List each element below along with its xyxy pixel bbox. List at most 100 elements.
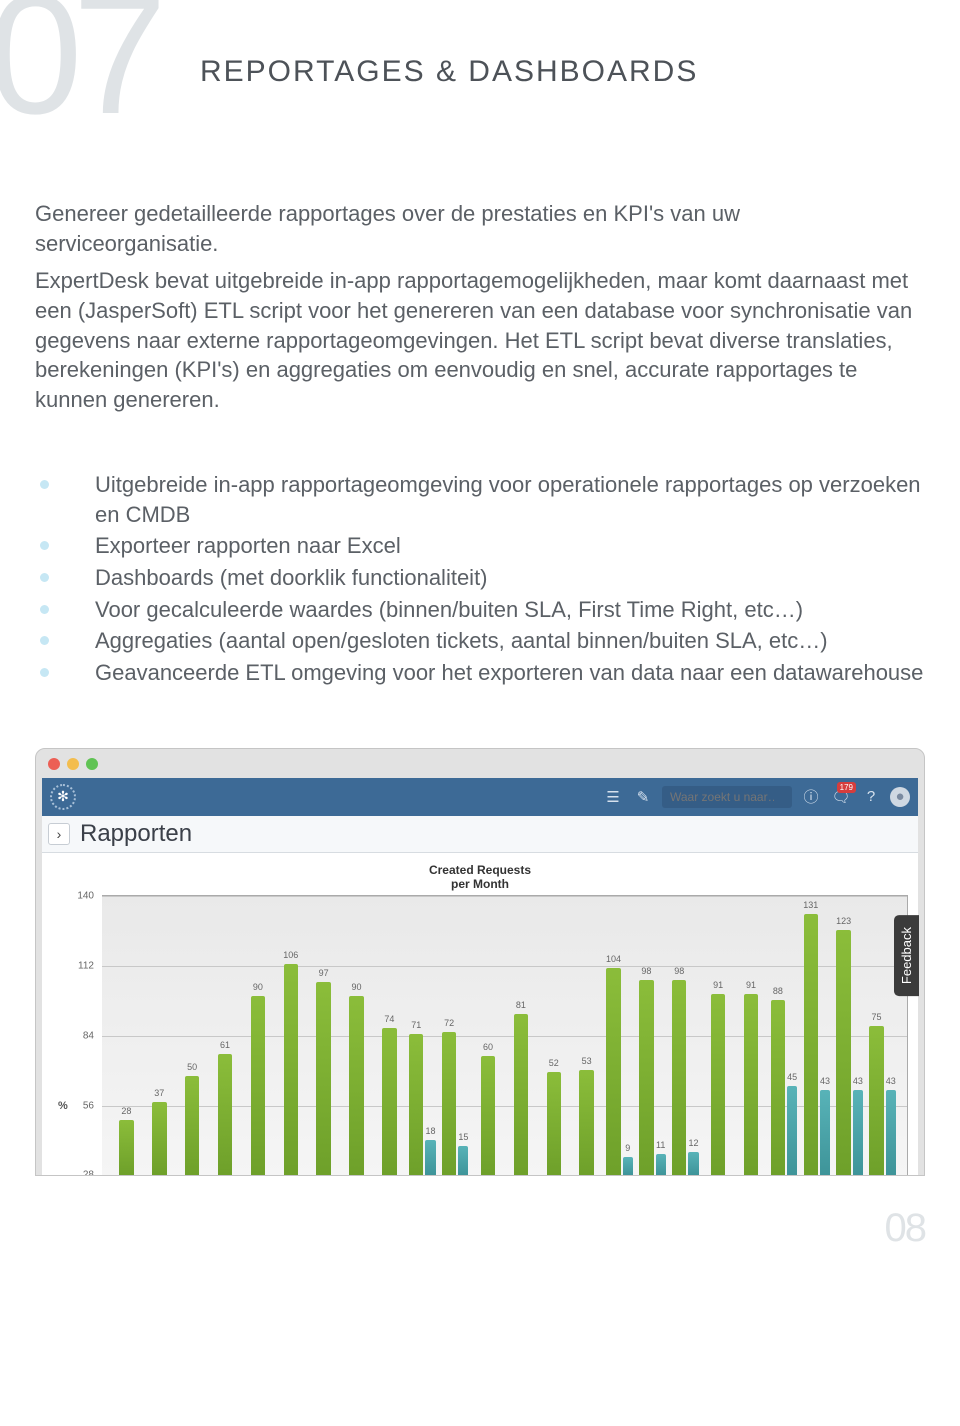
feature-list: Uitgebreide in-app rapportageomgeving vo… — [35, 470, 925, 688]
bar-value-label: 91 — [746, 980, 756, 990]
bar-primary[interactable]: 131 — [804, 914, 818, 1175]
bar-primary[interactable]: 75 — [869, 1026, 883, 1175]
page-number: 08 — [35, 1206, 925, 1251]
notifications-icon[interactable]: 🗨179 — [830, 786, 852, 808]
bar-primary[interactable]: 72 — [442, 1032, 456, 1175]
bar-primary[interactable]: 28 — [119, 1120, 133, 1176]
bar-group: 91 — [737, 896, 766, 1175]
bar-primary[interactable]: 90 — [349, 996, 363, 1175]
bar-value-label: 98 — [674, 966, 684, 976]
bar-secondary[interactable]: 43 — [820, 1090, 830, 1176]
bar-group: 106 — [276, 896, 305, 1175]
notification-badge: 179 — [837, 782, 856, 793]
close-icon[interactable] — [48, 758, 60, 770]
list-item: Uitgebreide in-app rapportageomgeving vo… — [35, 470, 925, 529]
list-item: Dashboards (met doorklik functionaliteit… — [35, 563, 925, 593]
bar-primary[interactable]: 91 — [744, 994, 758, 1175]
bar-group: 52 — [539, 896, 568, 1175]
bar-primary[interactable]: 53 — [579, 1070, 593, 1176]
y-tick: 56 — [64, 1100, 94, 1111]
bar-primary[interactable]: 123 — [836, 930, 850, 1175]
bar-value-label: 18 — [426, 1126, 436, 1136]
bar-secondary[interactable]: 9 — [623, 1157, 633, 1175]
page-title: REPORTAGES & DASHBOARDS — [35, 0, 925, 89]
bar-group: 90 — [342, 896, 371, 1175]
bar-group: 37 — [145, 896, 174, 1175]
bar-group: 12343 — [835, 896, 864, 1175]
app-header: ✻ ☰ ✎ ⓘ 🗨179 ? ● — [42, 778, 918, 816]
bar-value-label: 97 — [319, 968, 329, 978]
bar-group: 7118 — [408, 896, 437, 1175]
list-item-label: Voor gecalculeerde waardes (binnen/buite… — [95, 597, 803, 622]
bar-secondary[interactable]: 11 — [656, 1154, 666, 1176]
bar-primary[interactable]: 50 — [185, 1076, 199, 1176]
bar-primary[interactable]: 91 — [711, 994, 725, 1175]
bar-primary[interactable]: 52 — [547, 1072, 561, 1176]
search-input[interactable] — [662, 786, 792, 808]
bar-group: 97 — [309, 896, 338, 1175]
list-item-label: Uitgebreide in-app rapportageomgeving vo… — [95, 472, 921, 527]
chart-title: Created Requests per Month — [52, 863, 908, 892]
bar-secondary[interactable]: 45 — [787, 1086, 797, 1176]
bar-group: 7215 — [441, 896, 470, 1175]
bar-group: 90 — [244, 896, 273, 1175]
bar-primary[interactable]: 37 — [152, 1102, 166, 1176]
bar-group: 60 — [474, 896, 503, 1175]
bar-primary[interactable]: 81 — [514, 1014, 528, 1175]
bar-value-label: 74 — [384, 1014, 394, 1024]
bar-secondary[interactable]: 12 — [688, 1152, 698, 1176]
avatar[interactable]: ● — [890, 787, 910, 807]
bar-secondary[interactable]: 18 — [425, 1140, 435, 1176]
bar-group: 53 — [572, 896, 601, 1175]
bullet-dot — [40, 668, 49, 677]
bullet-dot — [40, 480, 49, 489]
minimize-icon[interactable] — [67, 758, 79, 770]
bar-value-label: 123 — [836, 916, 851, 926]
bar-group: 61 — [211, 896, 240, 1175]
feedback-tab[interactable]: Feedback — [894, 915, 919, 996]
bar-primary[interactable]: 97 — [316, 982, 330, 1175]
list-item: Voor gecalculeerde waardes (binnen/buite… — [35, 595, 925, 625]
list-item: Aggregaties (aantal open/gesloten ticket… — [35, 626, 925, 656]
bar-value-label: 11 — [656, 1140, 665, 1150]
bar-primary[interactable]: 98 — [639, 980, 653, 1175]
bar-group: 13143 — [802, 896, 831, 1175]
bar-value-label: 43 — [886, 1076, 896, 1086]
bar-value-label: 52 — [549, 1058, 559, 1068]
bar-primary[interactable]: 71 — [409, 1034, 423, 1175]
help-icon[interactable]: ? — [860, 786, 882, 808]
maximize-icon[interactable] — [86, 758, 98, 770]
list-icon[interactable]: ☰ — [602, 786, 624, 808]
bar-primary[interactable]: 74 — [382, 1028, 396, 1175]
bar-value-label: 131 — [803, 900, 818, 910]
bar-primary[interactable]: 104 — [606, 968, 620, 1175]
bar-value-label: 88 — [773, 986, 783, 996]
bar-value-label: 71 — [411, 1020, 421, 1030]
list-item-label: Geavanceerde ETL omgeving voor het expor… — [95, 660, 923, 685]
bar-primary[interactable]: 88 — [771, 1000, 785, 1175]
info-icon[interactable]: ⓘ — [800, 786, 822, 808]
bar-value-label: 72 — [444, 1018, 454, 1028]
bar-value-label: 9 — [625, 1143, 630, 1153]
bar-group: 8845 — [770, 896, 799, 1175]
bar-primary[interactable]: 61 — [218, 1054, 232, 1176]
bar-secondary[interactable]: 43 — [886, 1090, 896, 1176]
intro-block: Genereer gedetailleerde rapportages over… — [35, 199, 925, 415]
bar-secondary[interactable]: 43 — [853, 1090, 863, 1176]
bar-primary[interactable]: 60 — [481, 1056, 495, 1176]
bar-primary[interactable]: 106 — [284, 964, 298, 1175]
bar-group: 81 — [507, 896, 536, 1175]
bar-primary[interactable]: 98 — [672, 980, 686, 1175]
bullet-dot — [40, 605, 49, 614]
breadcrumb-bar: › Rapporten — [42, 816, 918, 853]
bar-primary[interactable]: 90 — [251, 996, 265, 1175]
bar-group: 28 — [112, 896, 141, 1175]
bar-value-label: 50 — [187, 1062, 197, 1072]
app-logo-icon[interactable]: ✻ — [50, 784, 76, 810]
edit-icon[interactable]: ✎ — [632, 786, 654, 808]
bar-secondary[interactable]: 15 — [458, 1146, 468, 1176]
chevron-right-icon[interactable]: › — [48, 823, 70, 845]
bar-value-label: 81 — [516, 1000, 526, 1010]
bar-value-label: 12 — [689, 1138, 699, 1148]
report-page-title: Rapporten — [80, 820, 192, 848]
